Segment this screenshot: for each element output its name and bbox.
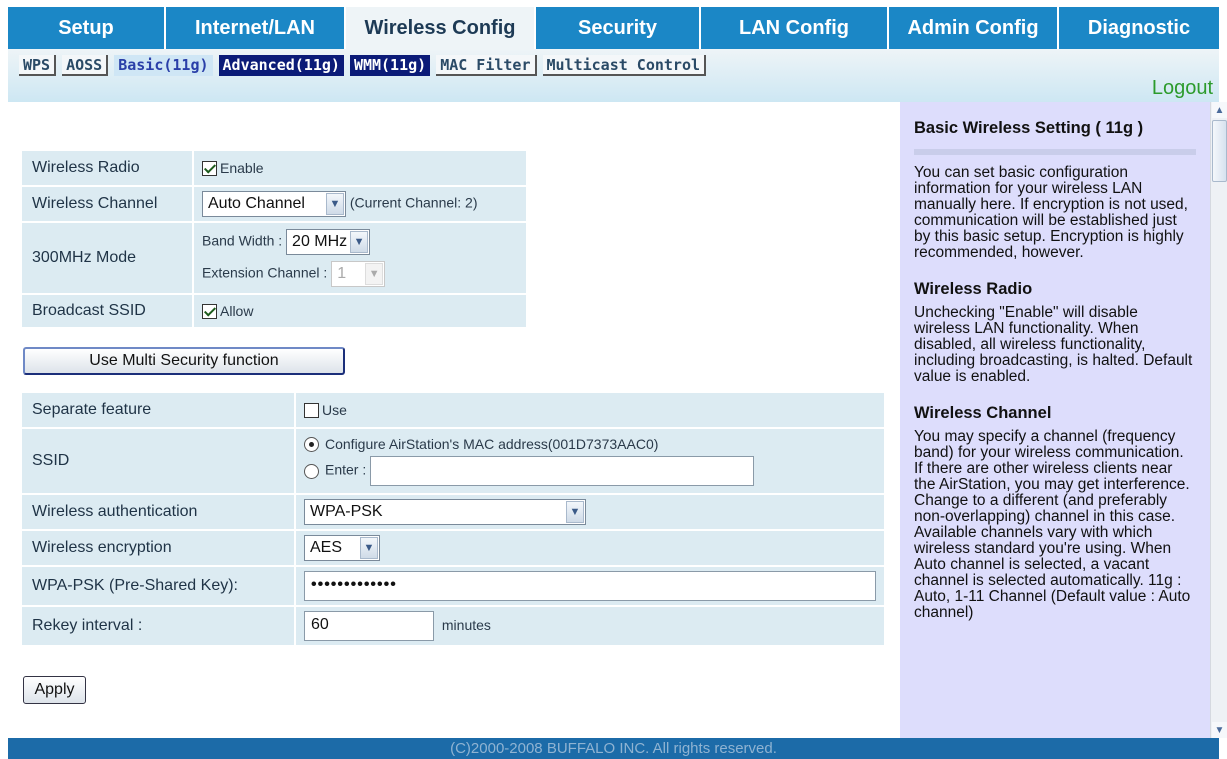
tab-setup[interactable]: Setup: [8, 7, 166, 49]
multi-security-button[interactable]: Use Multi Security function: [23, 347, 345, 375]
logout-link[interactable]: Logout: [1152, 77, 1213, 100]
wireless-encryption-select[interactable]: AES ▼: [304, 535, 380, 561]
footer-copyright: (C)2000-2008 BUFFALO INC. All rights res…: [8, 738, 1219, 759]
separate-feature-checkbox[interactable]: [304, 403, 319, 419]
subtab-advanced-11g[interactable]: Advanced(11g): [218, 55, 344, 76]
help-panel: Basic Wireless Setting ( 11g ) You can s…: [900, 102, 1210, 738]
wpa-psk-label: WPA-PSK (Pre-Shared Key):: [22, 567, 294, 605]
help-divider: [914, 149, 1196, 155]
bandwidth-label: Band Width :: [202, 232, 283, 249]
wireless-authentication-cell: WPA-PSK ▼: [296, 495, 884, 529]
broadcast-ssid-label: Broadcast SSID: [22, 295, 192, 327]
chevron-down-icon: ▼: [326, 193, 344, 215]
use-label: Use: [322, 401, 347, 418]
basic-settings-table: Wireless Radio Enable Wireless Channel A…: [20, 149, 528, 329]
subtab-aoss[interactable]: AOSS: [62, 55, 109, 76]
extension-channel-select: 1 ▼: [331, 261, 386, 287]
enc-value: AES: [310, 539, 343, 556]
separate-feature-label: Separate feature: [22, 393, 294, 427]
scroll-thumb[interactable]: [1212, 120, 1227, 182]
separate-feature-cell: Use: [296, 393, 884, 427]
main-content: Wireless Radio Enable Wireless Channel A…: [8, 102, 898, 738]
tab-wireless-config[interactable]: Wireless Config: [346, 7, 536, 49]
ssid-label: SSID: [22, 429, 294, 493]
wpa-psk-cell: •••••••••••••: [296, 567, 884, 605]
subtab-wps[interactable]: WPS: [19, 55, 57, 76]
help-channel-title: Wireless Channel: [914, 404, 1052, 422]
ssid-cell: Configure AirStation's MAC address(001D7…: [296, 429, 884, 493]
extension-channel-label: Extension Channel :: [202, 264, 328, 281]
tab-admin-config[interactable]: Admin Config: [889, 7, 1059, 49]
help-intro: You can set basic configuration informat…: [914, 164, 1188, 261]
ssid-mac-radio[interactable]: [304, 437, 319, 453]
help-title: Basic Wireless Setting ( 11g ): [914, 119, 1144, 137]
sub-nav: WPS AOSS Basic(11g) Advanced(11g) WMM(11…: [19, 55, 707, 76]
ssid-input[interactable]: [370, 456, 755, 487]
300mhz-mode-label: 300MHz Mode: [22, 223, 192, 293]
subtab-wmm-11g[interactable]: WMM(11g): [349, 55, 431, 76]
wireless-radio-checkbox[interactable]: [202, 161, 217, 177]
wireless-channel-select[interactable]: Auto Channel ▼: [202, 191, 346, 217]
security-settings-table: Separate feature Use SSID Configure AirS…: [20, 391, 886, 647]
rekey-interval-label: Rekey interval :: [22, 607, 294, 645]
extension-value: 1: [337, 265, 347, 282]
rekey-interval-cell: 60 minutes: [296, 607, 884, 645]
tab-diagnostic[interactable]: Diagnostic: [1059, 7, 1219, 49]
wireless-radio-cell: Enable: [194, 151, 526, 185]
subtab-mac-filter[interactable]: MAC Filter: [436, 55, 537, 76]
wireless-encryption-label: Wireless encryption: [22, 531, 294, 565]
wireless-channel-label: Wireless Channel: [22, 187, 192, 221]
300mhz-mode-cell: Band Width : 20 MHz ▼ Extension Channel :…: [194, 223, 526, 293]
wireless-encryption-cell: AES ▼: [296, 531, 884, 565]
scroll-down-icon[interactable]: ▼: [1212, 722, 1227, 738]
channel-value: Auto Channel: [208, 195, 305, 212]
apply-button[interactable]: Apply: [23, 676, 86, 704]
tab-security[interactable]: Security: [536, 7, 701, 49]
chevron-down-icon: ▼: [566, 501, 584, 523]
bandwidth-value: 20 MHz: [292, 233, 348, 250]
minutes-label: minutes: [441, 616, 491, 633]
chevron-down-icon: ▼: [350, 231, 369, 253]
auth-value: WPA-PSK: [310, 503, 383, 520]
broadcast-ssid-cell: Allow: [194, 295, 526, 327]
enable-label: Enable: [220, 159, 264, 176]
tab-internet-lan[interactable]: Internet/LAN: [166, 7, 346, 49]
tab-lan-config[interactable]: LAN Config: [701, 7, 889, 49]
help-radio-text: Unchecking "Enable" will disable wireles…: [914, 304, 1193, 385]
help-channel-text: You may specify a channel (frequency ban…: [914, 428, 1191, 621]
broadcast-ssid-checkbox[interactable]: [202, 304, 217, 320]
ssid-enter-radio[interactable]: [304, 463, 319, 479]
ssid-mac-option: Configure AirStation's MAC address(001D7…: [325, 435, 659, 452]
scroll-up-icon[interactable]: ▲: [1212, 102, 1227, 118]
ssid-enter-label: Enter :: [325, 462, 367, 479]
current-channel-text: (Current Channel: 2): [349, 194, 478, 211]
chevron-down-icon: ▼: [365, 263, 384, 285]
rekey-interval-input[interactable]: 60: [304, 611, 434, 641]
main-nav: Setup Internet/LAN Wireless Config Secur…: [8, 7, 1219, 49]
chevron-down-icon: ▼: [360, 537, 378, 559]
wireless-channel-cell: Auto Channel ▼ (Current Channel: 2): [194, 187, 526, 221]
bandwidth-select[interactable]: 20 MHz ▼: [286, 229, 371, 255]
wpa-psk-input[interactable]: •••••••••••••: [304, 571, 876, 601]
wireless-authentication-label: Wireless authentication: [22, 495, 294, 529]
help-radio-title: Wireless Radio: [914, 280, 1033, 298]
help-scrollbar[interactable]: ▲ ▼: [1210, 102, 1227, 738]
wireless-authentication-select[interactable]: WPA-PSK ▼: [304, 499, 586, 525]
subtab-multicast-control[interactable]: Multicast Control: [542, 55, 707, 76]
wireless-radio-label: Wireless Radio: [22, 151, 192, 185]
allow-label: Allow: [220, 302, 254, 319]
subtab-basic-11g[interactable]: Basic(11g): [114, 55, 213, 76]
